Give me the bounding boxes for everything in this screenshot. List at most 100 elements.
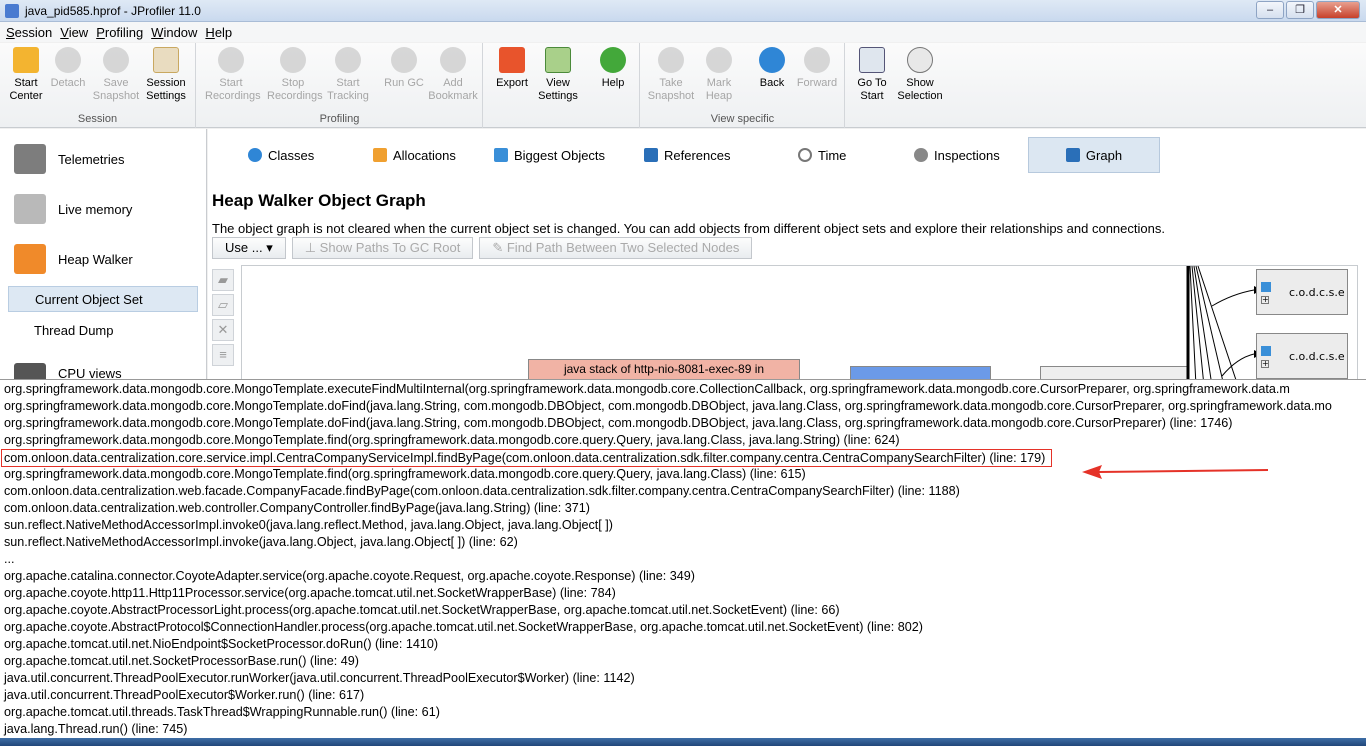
start-center-label: Start Center xyxy=(9,77,43,102)
take-snapshot-label: Take Snapshot xyxy=(647,77,695,102)
expand-icon[interactable]: + xyxy=(1261,360,1269,368)
tab-classes-label: Classes xyxy=(268,147,315,163)
run-gc-label: Run GC xyxy=(384,77,424,89)
show-selection-label: Show Selection xyxy=(897,77,943,102)
remove-icon[interactable]: ✕ xyxy=(212,319,234,341)
time-icon xyxy=(798,148,812,162)
nav-heap-walker[interactable]: Heap Walker xyxy=(14,243,133,275)
group-label-session: Session xyxy=(77,113,118,125)
menu-profiling[interactable]: Profiling xyxy=(94,25,149,40)
forward-button[interactable]: Forward xyxy=(791,47,843,90)
menu-window[interactable]: Window xyxy=(149,25,203,40)
graph-node-right-2-label: c.o.d.c.s.e xyxy=(1289,350,1345,363)
comment-icon[interactable]: ▰ xyxy=(212,269,234,291)
allocations-icon xyxy=(373,148,387,162)
stop-recordings-button[interactable]: Stop Recordings xyxy=(267,47,323,103)
group-label-profiling: Profiling xyxy=(319,113,360,125)
trace-line: org.apache.tomcat.util.threads.TaskThrea… xyxy=(4,705,440,719)
maximize-icon[interactable]: ❐ xyxy=(1286,1,1314,19)
nav-current-object-set[interactable]: Current Object Set xyxy=(8,286,198,312)
help-button[interactable]: Help xyxy=(587,47,639,90)
window-controls: – ❐ ✕ xyxy=(1256,1,1360,19)
save-snapshot-button[interactable]: Save Snapshot xyxy=(90,47,142,103)
session-settings-icon xyxy=(153,47,179,73)
tab-graph[interactable]: Graph xyxy=(1028,137,1160,173)
tab-biggest-objects[interactable]: Biggest Objects xyxy=(494,137,605,173)
run-gc-button[interactable]: Run GC xyxy=(378,47,430,90)
start-recordings-button[interactable]: Start Recordings xyxy=(205,47,261,103)
mark-heap-label: Mark Heap xyxy=(705,77,733,102)
nav-telemetries[interactable]: Telemetries xyxy=(14,143,124,175)
nav-thread-dump[interactable]: Thread Dump xyxy=(8,318,198,344)
export-button[interactable]: Export xyxy=(486,47,538,90)
title-bar: java_pid585.hprof - JProfiler 11.0 – ❐ ✕ xyxy=(0,0,1366,22)
mark-heap-button[interactable]: Mark Heap xyxy=(693,47,745,103)
menu-help[interactable]: Help xyxy=(203,25,238,40)
expand-icon[interactable]: + xyxy=(1261,296,1269,304)
pencil-icon: ✎ xyxy=(492,240,507,255)
trace-line: org.apache.catalina.connector.CoyoteAdap… xyxy=(4,569,695,583)
forward-label: Forward xyxy=(796,77,838,89)
detach-button[interactable]: Detach xyxy=(42,47,94,90)
tab-allocations[interactable]: Allocations xyxy=(373,137,456,173)
show-selection-button[interactable]: Show Selection xyxy=(894,47,946,103)
stack-trace-tooltip: org.springframework.data.mongodb.core.Mo… xyxy=(0,379,1366,738)
tab-inspections-label: Inspections xyxy=(934,147,1000,163)
back-icon xyxy=(759,47,785,73)
layout-icon[interactable]: ≡ xyxy=(212,344,234,366)
nav-live-memory[interactable]: Live memory xyxy=(14,193,132,225)
view-tabs: Classes Allocations Biggest Objects Refe… xyxy=(208,137,1366,173)
biggest-objects-icon xyxy=(494,148,508,162)
go-to-start-button[interactable]: Go To Start xyxy=(846,47,898,103)
toolbar-group-general: Export View Settings Help xyxy=(484,43,640,128)
start-recordings-icon xyxy=(218,47,244,73)
classes-icon xyxy=(248,148,262,162)
tab-references[interactable]: References xyxy=(644,137,730,173)
help-label: Help xyxy=(601,77,625,89)
use-label: Use ... xyxy=(225,240,263,255)
add-bookmark-button[interactable]: Add Bookmark xyxy=(427,47,479,103)
highlighted-frame: com.onloon.data.centralization.core.serv… xyxy=(1,449,1053,467)
minimize-icon[interactable]: – xyxy=(1256,1,1284,19)
show-selection-icon xyxy=(907,47,933,73)
object-graph-canvas[interactable]: java stack of http-nio-8081-exec-89 in +… xyxy=(241,265,1358,385)
close-icon[interactable]: ✕ xyxy=(1316,1,1360,19)
show-paths-to-gc-root-button[interactable]: ⊥ Show Paths To GC Root xyxy=(291,237,474,259)
taskbar xyxy=(0,738,1366,746)
view-settings-label: View Settings xyxy=(538,77,578,102)
jprofiler-app-icon xyxy=(5,3,19,18)
add-bookmark-label: Add Bookmark xyxy=(428,77,478,102)
use-dropdown-button[interactable]: Use ... ▾ xyxy=(212,237,286,259)
start-tracking-button[interactable]: Start Tracking xyxy=(322,47,374,103)
tab-classes[interactable]: Classes xyxy=(248,137,314,173)
take-snapshot-button[interactable]: Take Snapshot xyxy=(645,47,697,103)
trace-line: org.apache.coyote.http11.Http11Processor… xyxy=(4,586,616,600)
session-settings-button[interactable]: Session Settings xyxy=(140,47,192,103)
export-icon xyxy=(499,47,525,73)
object-icon xyxy=(1261,282,1271,292)
trace-line: org.apache.coyote.AbstractProcessorLight… xyxy=(4,603,840,617)
group-label-view-specific: View specific xyxy=(710,113,775,125)
graph-node-right-2[interactable]: + c.o.d.c.s.e xyxy=(1256,333,1348,379)
help-icon xyxy=(600,47,626,73)
menu-bar: Session View Profiling Window Help xyxy=(0,22,1366,42)
view-settings-button[interactable]: View Settings xyxy=(532,47,584,103)
run-gc-icon xyxy=(391,47,417,73)
heap-walker-panel: Classes Allocations Biggest Objects Refe… xyxy=(208,129,1366,385)
tab-inspections[interactable]: Inspections xyxy=(914,137,1000,173)
graph-actions: Use ... ▾ ⊥ Show Paths To GC Root ✎ Find… xyxy=(212,237,753,261)
gc-root-icon: ⊥ xyxy=(304,240,320,255)
find-path-button[interactable]: ✎ Find Path Between Two Selected Nodes xyxy=(479,237,753,259)
graph-node-right-1[interactable]: + c.o.d.c.s.e xyxy=(1256,269,1348,315)
graph-icon xyxy=(1065,148,1080,162)
save-snapshot-icon xyxy=(103,47,129,73)
menu-session[interactable]: Session xyxy=(4,25,58,40)
take-snapshot-icon xyxy=(658,47,684,73)
note-icon[interactable]: ▱ xyxy=(212,294,234,316)
tab-allocations-label: Allocations xyxy=(393,147,456,163)
save-snapshot-label: Save Snapshot xyxy=(92,77,140,102)
export-label: Export xyxy=(496,77,528,89)
tab-time[interactable]: Time xyxy=(798,137,846,173)
left-navigation: Telemetries Live memory Heap Walker Curr… xyxy=(0,129,207,383)
menu-view[interactable]: View xyxy=(58,25,94,40)
